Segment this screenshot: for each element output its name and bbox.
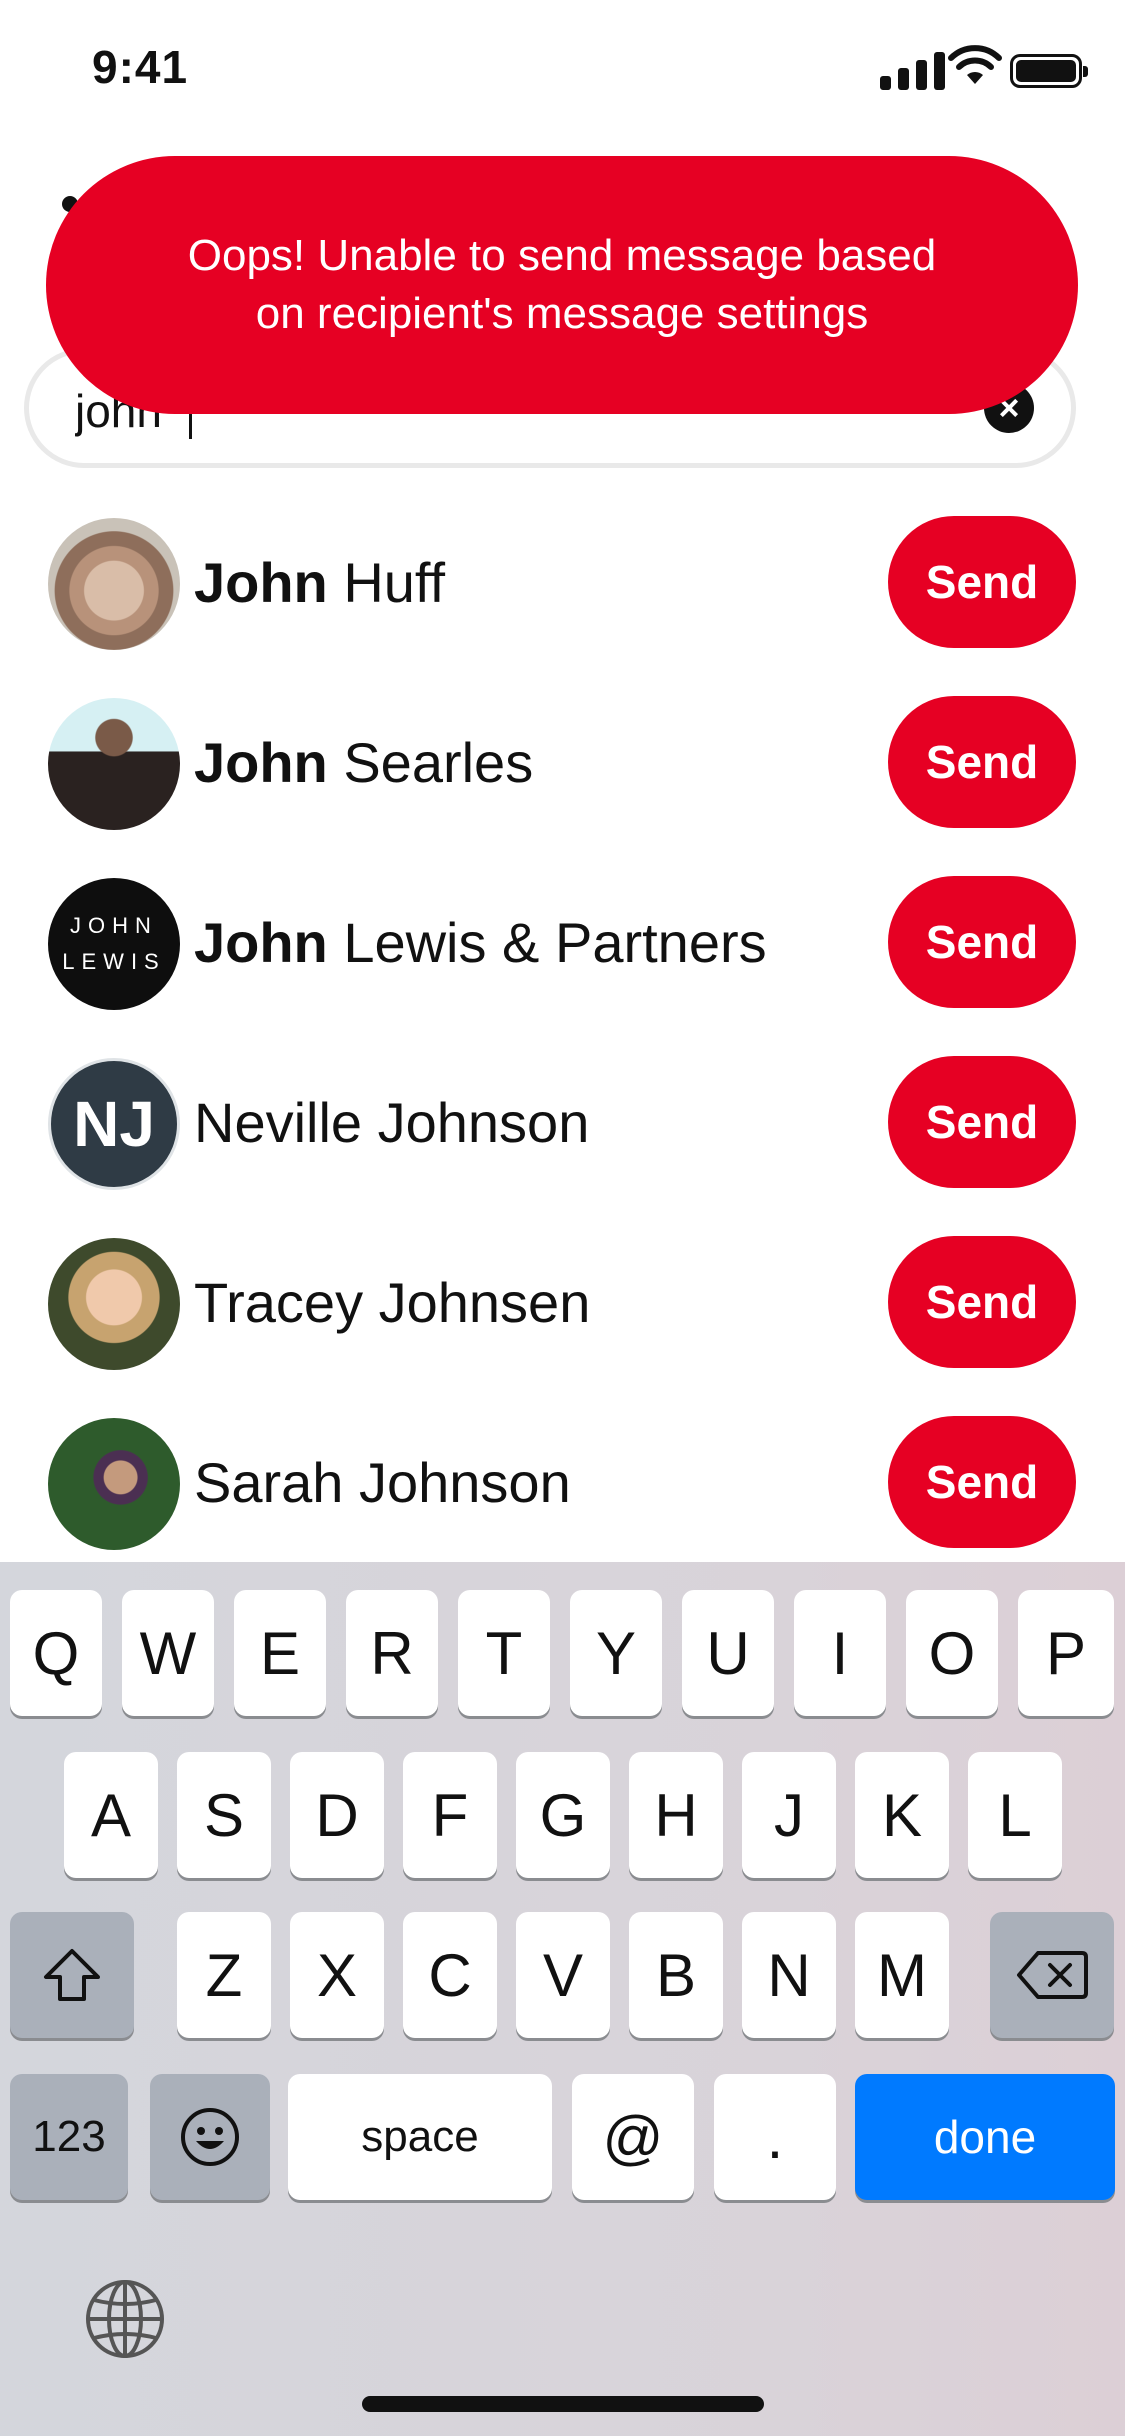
error-toast: Oops! Unable to send message based on re… <box>46 156 1078 414</box>
name-rest: Lewis & Partners <box>327 911 767 974</box>
toast-message: Oops! Unable to send message based on re… <box>187 231 937 338</box>
key-h[interactable]: H <box>629 1752 723 1878</box>
status-bar: 9:41 <box>0 0 1125 140</box>
send-button[interactable]: Send <box>888 876 1076 1008</box>
name-match: John <box>194 911 328 974</box>
send-button[interactable]: Send <box>888 1416 1076 1548</box>
key-f[interactable]: F <box>403 1752 497 1878</box>
battery-icon <box>1010 54 1088 88</box>
list-item[interactable]: NJ Neville Johnson Send <box>0 1050 1125 1210</box>
status-time: 9:41 <box>92 41 189 93</box>
name-match: John <box>194 551 328 614</box>
key-c[interactable]: C <box>403 1912 497 2038</box>
contact-name: John Huff <box>194 550 445 615</box>
key-l[interactable]: L <box>968 1752 1062 1878</box>
key-d[interactable]: D <box>290 1752 384 1878</box>
name-rest: Searles <box>327 731 534 794</box>
key-r[interactable]: R <box>346 1590 438 1716</box>
key-x[interactable]: X <box>290 1912 384 2038</box>
numbers-key[interactable]: 123 <box>10 2074 128 2200</box>
name-rest: Sarah Johnson <box>194 1451 571 1514</box>
key-o[interactable]: O <box>906 1590 998 1716</box>
contact-name: Tracey Johnsen <box>194 1270 590 1335</box>
key-e[interactable]: E <box>234 1590 326 1716</box>
screen: 9:41 × Oops! Unable to send message base… <box>0 0 1125 2436</box>
emoji-key[interactable] <box>150 2074 270 2200</box>
key-t[interactable]: T <box>458 1590 550 1716</box>
done-key[interactable]: done <box>855 2074 1115 2200</box>
key-s[interactable]: S <box>177 1752 271 1878</box>
list-item[interactable]: JOHN LEWIS John Lewis & Partners Send <box>0 870 1125 1030</box>
list-item[interactable]: Tracey Johnsen Send <box>0 1230 1125 1390</box>
send-button[interactable]: Send <box>888 1236 1076 1368</box>
send-button[interactable]: Send <box>888 696 1076 828</box>
contact-name: Neville Johnson <box>194 1090 589 1155</box>
wifi-icon <box>948 45 1002 84</box>
key-v[interactable]: V <box>516 1912 610 2038</box>
list-item[interactable]: John Searles Send <box>0 690 1125 850</box>
key-b[interactable]: B <box>629 1912 723 2038</box>
home-indicator <box>362 2396 764 2412</box>
globe-icon[interactable] <box>84 2278 166 2360</box>
logo-line: LEWIS <box>62 949 166 974</box>
name-rest: Neville Johnson <box>194 1091 590 1154</box>
key-q[interactable]: Q <box>10 1590 102 1716</box>
key-z[interactable]: Z <box>177 1912 271 2038</box>
key-j[interactable]: J <box>742 1752 836 1878</box>
contact-name: John Searles <box>194 730 533 795</box>
contact-name: Sarah Johnson <box>194 1450 571 1515</box>
contact-name: John Lewis & Partners <box>194 910 767 975</box>
space-key[interactable]: space <box>288 2074 552 2200</box>
period-key[interactable]: . <box>714 2074 836 2200</box>
key-p[interactable]: P <box>1018 1590 1114 1716</box>
name-rest: Tracey Johnsen <box>194 1271 591 1334</box>
list-item[interactable]: John Huff Send <box>0 510 1125 670</box>
avatar <box>48 1238 180 1370</box>
keyboard: Q W E R T Y U I O P A S D F G H J K L Z … <box>0 1562 1125 2436</box>
name-match: John <box>194 731 328 794</box>
at-key[interactable]: @ <box>572 2074 694 2200</box>
list-item[interactable]: Sarah Johnson Send <box>0 1410 1125 1570</box>
avatar: JOHN LEWIS <box>48 878 180 1010</box>
send-button[interactable]: Send <box>888 1056 1076 1188</box>
name-rest: Huff <box>327 551 446 614</box>
key-y[interactable]: Y <box>570 1590 662 1716</box>
key-k[interactable]: K <box>855 1752 949 1878</box>
key-w[interactable]: W <box>122 1590 214 1716</box>
key-g[interactable]: G <box>516 1752 610 1878</box>
shift-key[interactable] <box>10 1912 134 2038</box>
key-a[interactable]: A <box>64 1752 158 1878</box>
emoji-icon <box>181 2108 239 2166</box>
avatar: NJ <box>48 1058 180 1190</box>
key-n[interactable]: N <box>742 1912 836 2038</box>
avatar <box>48 1418 180 1550</box>
avatar <box>48 698 180 830</box>
key-u[interactable]: U <box>682 1590 774 1716</box>
key-m[interactable]: M <box>855 1912 949 2038</box>
shift-icon <box>44 1949 100 2001</box>
key-i[interactable]: I <box>794 1590 886 1716</box>
backspace-icon <box>1017 1951 1088 1999</box>
send-button[interactable]: Send <box>888 516 1076 648</box>
signal-icon <box>880 50 950 90</box>
logo-line: JOHN <box>70 913 158 938</box>
backspace-key[interactable] <box>990 1912 1114 2038</box>
avatar <box>48 518 180 650</box>
